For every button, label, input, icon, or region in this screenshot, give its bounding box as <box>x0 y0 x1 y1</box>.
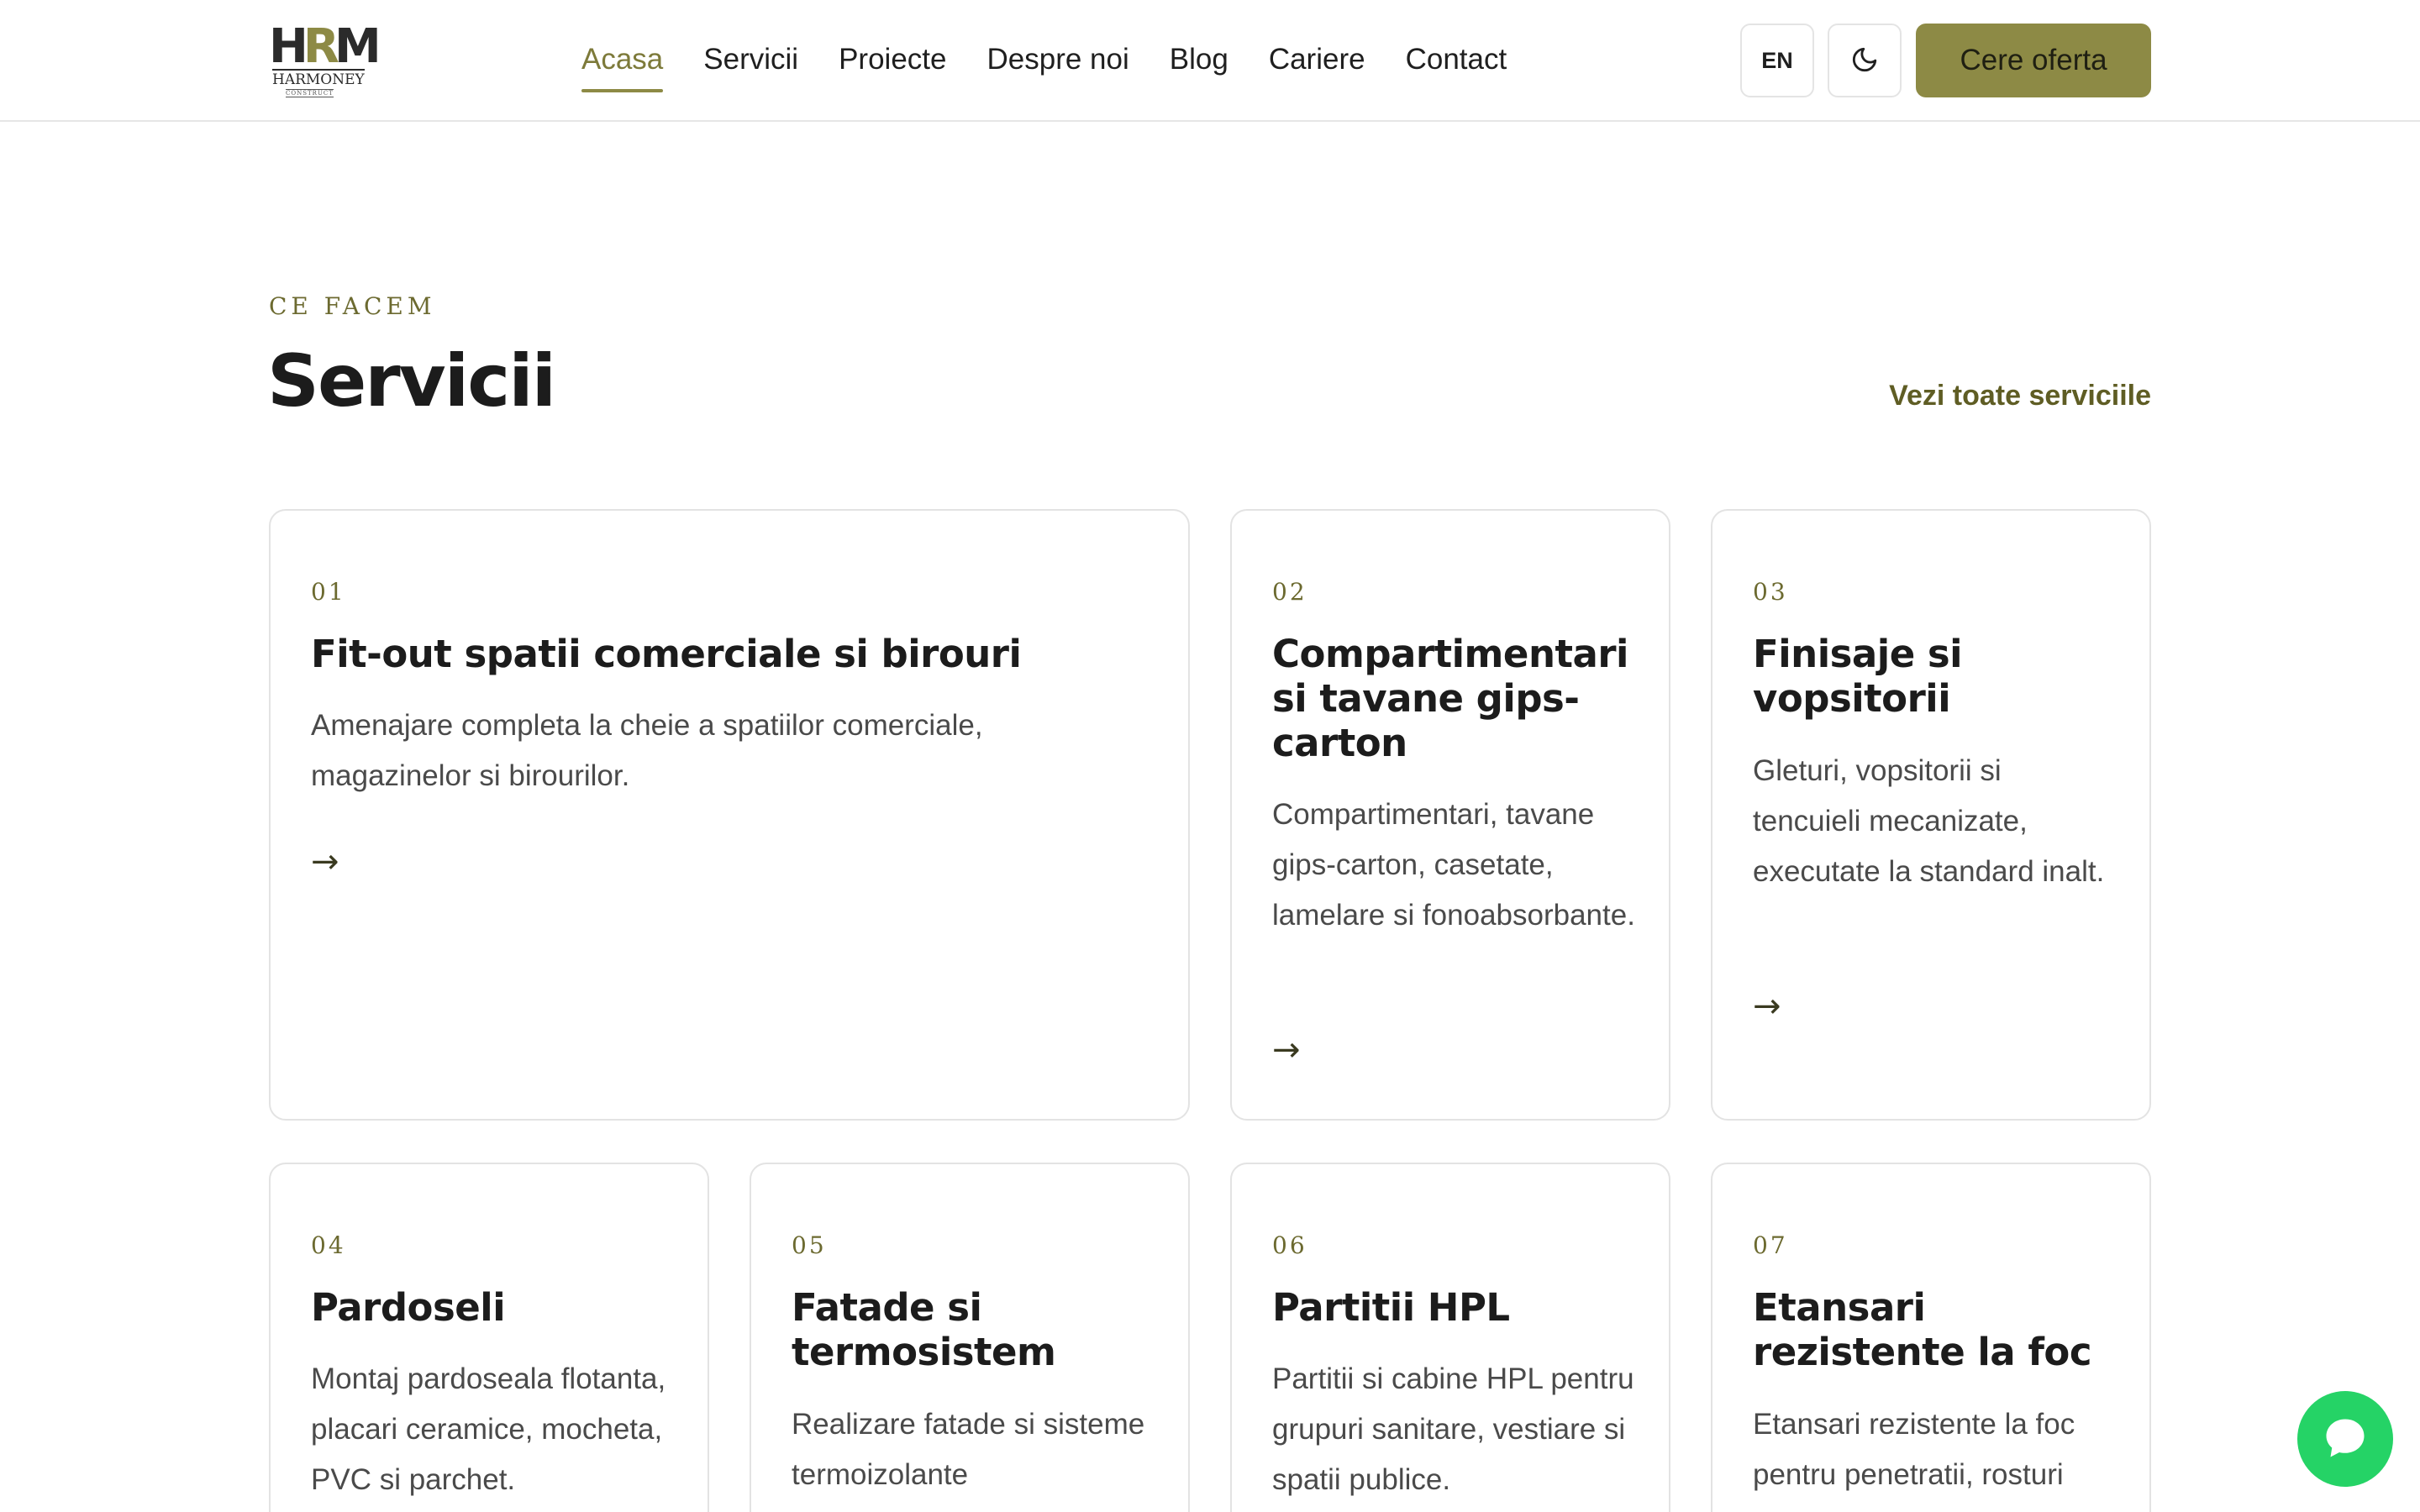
service-card[interactable]: 05 Fatade si termosistem Realizare fatad… <box>750 1163 1190 1512</box>
service-number: 01 <box>311 578 346 606</box>
nav-item-despre-noi[interactable]: Despre noi <box>986 39 1128 81</box>
service-title: Pardoseli <box>311 1285 506 1330</box>
harmoney-logo[interactable]: HRM HARMONEY CONSTRUCT <box>269 22 381 97</box>
logo-wordmark: HARMONEY <box>272 69 365 88</box>
section-eyebrow: CE FACEM <box>269 292 436 320</box>
service-description: Partitii si cabine HPL pentru grupuri sa… <box>1272 1362 1634 1496</box>
service-title: Etansari rezistente la foc <box>1753 1285 2092 1374</box>
service-description: Montaj pardoseala flotanta, placari cera… <box>311 1362 666 1496</box>
service-description: Realizare fatade si sisteme termoizolant… <box>792 1408 1145 1491</box>
service-number: 07 <box>1753 1231 1788 1259</box>
service-title: Partitii HPL <box>1272 1285 1510 1330</box>
arrow-right-icon[interactable]: → <box>1272 1033 1301 1067</box>
service-title: Finisaje si vopsitorii <box>1753 632 1963 721</box>
service-title: Fatade si termosistem <box>792 1285 1056 1374</box>
arrow-right-icon[interactable]: → <box>311 845 339 879</box>
nav-item-servicii[interactable]: Servicii <box>703 39 798 81</box>
service-card[interactable]: 06 Partitii HPL Partitii si cabine HPL p… <box>1230 1163 1670 1512</box>
service-number: 04 <box>311 1231 346 1259</box>
theme-toggle-button[interactable] <box>1828 24 1902 97</box>
service-card[interactable]: 01 Fit-out spatii comerciale si birouri … <box>269 509 1190 1121</box>
nav-item-blog[interactable]: Blog <box>1170 39 1228 81</box>
page-title: Servicii <box>267 339 556 423</box>
view-all-services-link[interactable]: Vezi toate serviciile <box>1889 380 2151 412</box>
site-header: HRM HARMONEY CONSTRUCT Acasa Servicii Pr… <box>0 0 2420 122</box>
service-card[interactable]: 04 Pardoseli Montaj pardoseala flotanta,… <box>269 1163 709 1512</box>
service-title: Fit-out spatii comerciale si birouri <box>311 632 1022 676</box>
main-nav: Acasa Servicii Proiecte Despre noi Blog … <box>581 39 1507 92</box>
nav-item-acasa[interactable]: Acasa <box>581 39 664 92</box>
service-card[interactable]: 02 Compartimentari si tavane gips-carton… <box>1230 509 1670 1121</box>
service-description: Etansari rezistente la foc pentru penetr… <box>1753 1408 2075 1491</box>
service-card[interactable]: 03 Finisaje si vopsitorii Gleturi, vopsi… <box>1711 509 2151 1121</box>
service-number: 03 <box>1753 578 1788 606</box>
logo-subtitle: CONSTRUCT <box>286 89 334 97</box>
moon-icon <box>1850 45 1879 76</box>
service-description: Compartimentari, tavane gips-carton, cas… <box>1272 798 1635 932</box>
service-number: 05 <box>792 1231 827 1259</box>
nav-item-contact[interactable]: Contact <box>1406 39 1507 81</box>
service-description: Gleturi, vopsitorii si tencuieli mecaniz… <box>1753 754 2105 888</box>
language-toggle-button[interactable]: EN <box>1740 24 1814 97</box>
service-card[interactable]: 07 Etansari rezistente la foc Etansari r… <box>1711 1163 2151 1512</box>
chat-widget-button[interactable] <box>2297 1391 2393 1487</box>
request-quote-button[interactable]: Cere oferta <box>1916 24 2151 97</box>
logo-mark: HRM <box>269 19 381 74</box>
arrow-right-icon[interactable]: → <box>1753 990 1781 1023</box>
nav-item-cariere[interactable]: Cariere <box>1269 39 1365 81</box>
chat-bubble-icon <box>2320 1413 2370 1466</box>
service-number: 06 <box>1272 1231 1307 1259</box>
service-number: 02 <box>1272 578 1307 606</box>
nav-item-proiecte[interactable]: Proiecte <box>839 39 946 81</box>
service-description: Amenajare completa la cheie a spatiilor … <box>311 709 983 792</box>
service-title: Compartimentari si tavane gips-carton <box>1272 632 1628 765</box>
